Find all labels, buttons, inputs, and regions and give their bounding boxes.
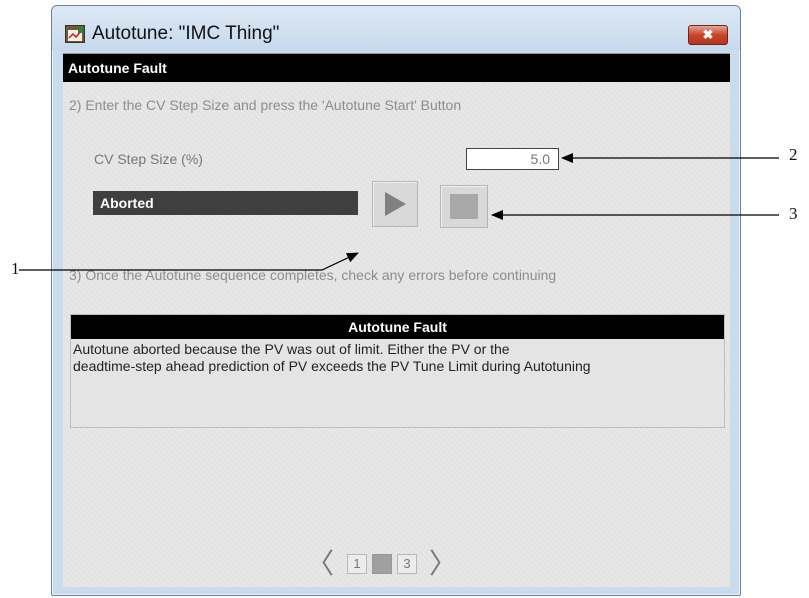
callout-3-label: 3 — [789, 204, 798, 223]
callout-1-label: 1 — [11, 259, 20, 278]
callout-1-arrow — [19, 252, 359, 271]
callout-2-label: 2 — [789, 145, 798, 164]
callout-lines — [19, 153, 779, 271]
